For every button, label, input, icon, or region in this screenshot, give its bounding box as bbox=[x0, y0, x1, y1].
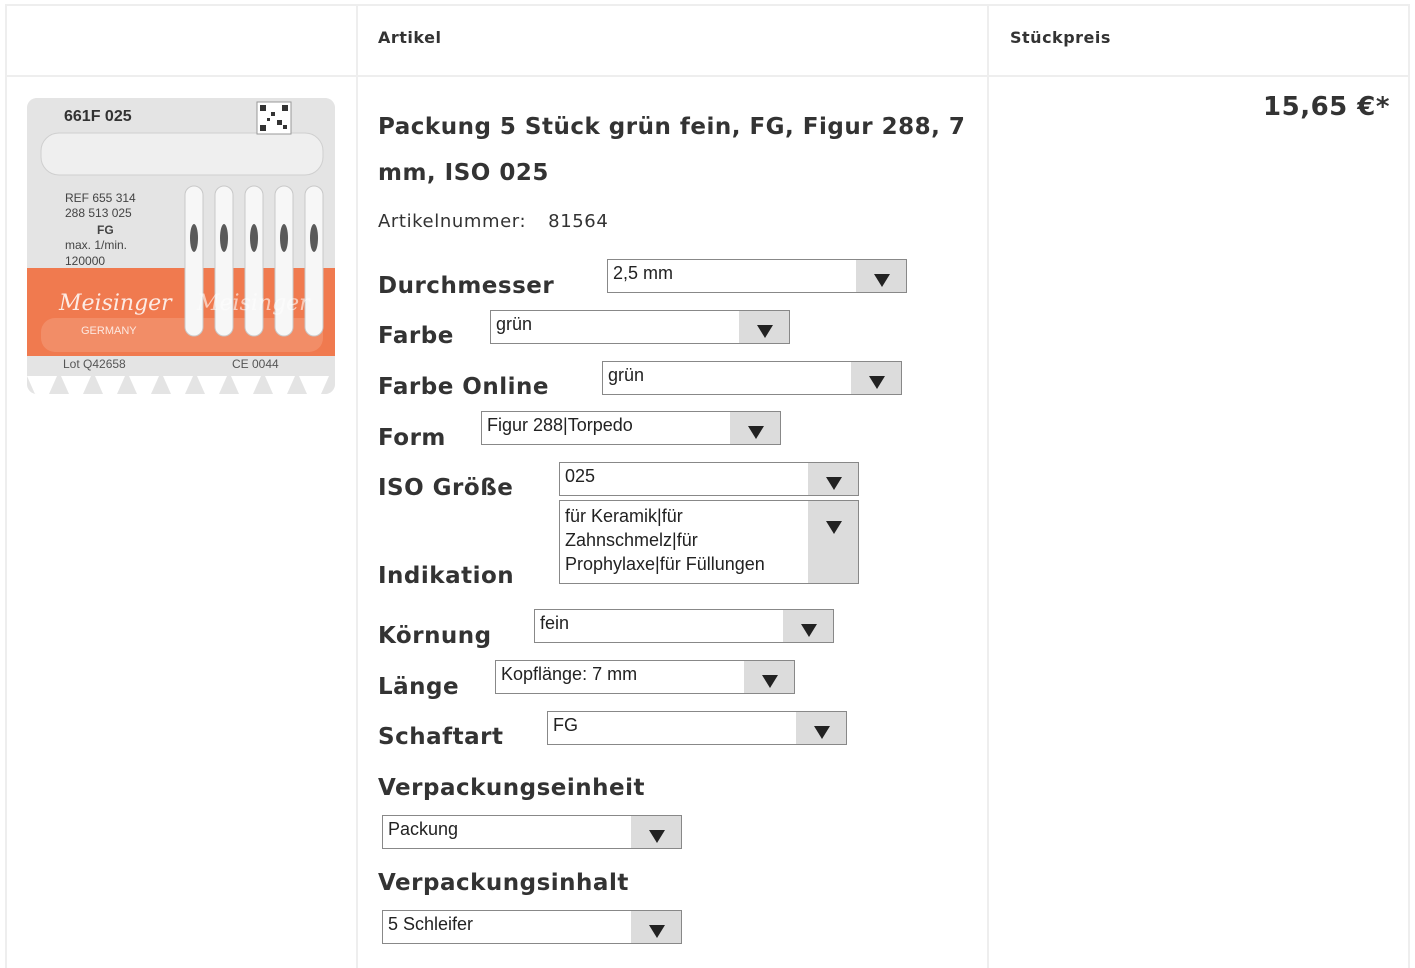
chevron-down-icon[interactable] bbox=[808, 501, 858, 583]
select-iso-groesse[interactable]: 025 bbox=[559, 462, 859, 496]
chevron-down-icon[interactable] bbox=[783, 610, 833, 642]
table-border-left bbox=[5, 4, 7, 968]
option-label-verpackungsinhalt: Verpackungsinhalt bbox=[378, 870, 629, 896]
column-divider-1 bbox=[356, 4, 358, 968]
option-label-koernung: Körnung bbox=[378, 623, 492, 649]
column-header-article: Artikel bbox=[378, 28, 442, 47]
select-laenge-value: Kopflänge: 7 mm bbox=[501, 664, 638, 684]
package-ref-1: REF 655 314 bbox=[65, 191, 136, 205]
package-ref-5: 120000 bbox=[65, 254, 105, 268]
column-header-unit-price: Stückpreis bbox=[1010, 28, 1111, 47]
option-label-form: Form bbox=[378, 425, 446, 451]
chevron-down-icon[interactable] bbox=[808, 463, 858, 495]
select-verpackungsinhalt[interactable]: 5 Schleifer bbox=[382, 910, 682, 944]
chevron-down-icon[interactable] bbox=[631, 911, 681, 943]
select-koernung-value: fein bbox=[540, 613, 570, 633]
option-label-schaftart: Schaftart bbox=[378, 724, 504, 750]
chevron-down-icon[interactable] bbox=[631, 816, 681, 848]
option-label-indikation: Indikation bbox=[378, 563, 515, 589]
select-verpackungseinheit[interactable]: Packung bbox=[382, 815, 682, 849]
package-ref-2: 288 513 025 bbox=[65, 206, 132, 220]
unit-price: 15,65 €* bbox=[1263, 92, 1390, 122]
chevron-down-icon[interactable] bbox=[730, 412, 780, 444]
option-label-farbe: Farbe bbox=[378, 323, 454, 349]
select-form[interactable]: Figur 288|Torpedo bbox=[481, 411, 781, 445]
chevron-down-icon[interactable] bbox=[796, 712, 846, 744]
chevron-down-icon[interactable] bbox=[856, 260, 906, 292]
select-farbe-online[interactable]: grün bbox=[602, 361, 902, 395]
package-country: GERMANY bbox=[81, 325, 137, 337]
chevron-down-icon[interactable] bbox=[851, 362, 901, 394]
select-verpackungseinheit-value: Packung bbox=[388, 819, 459, 839]
select-durchmesser-value: 2,5 mm bbox=[613, 263, 674, 283]
product-image[interactable]: 661F 025 REF 655 314 288 513 025 FG max.… bbox=[27, 98, 335, 394]
article-number-row: Artikelnummer: 81564 bbox=[378, 211, 608, 232]
header-divider bbox=[5, 75, 1410, 77]
select-farbe-value: grün bbox=[496, 314, 533, 334]
select-farbe[interactable]: grün bbox=[490, 310, 790, 344]
option-label-verpackungseinheit: Verpackungseinheit bbox=[378, 775, 646, 801]
option-label-durchmesser: Durchmesser bbox=[378, 273, 555, 299]
package-ce: CE 0044 bbox=[232, 357, 279, 371]
select-verpackungsinhalt-value: 5 Schleifer bbox=[388, 914, 474, 934]
package-lot: Lot Q42658 bbox=[63, 357, 126, 371]
chevron-down-icon[interactable] bbox=[744, 661, 794, 693]
column-divider-2 bbox=[987, 4, 989, 968]
package-ref-4: max. 1/min. bbox=[65, 238, 127, 252]
package-code: 661F 025 bbox=[64, 108, 132, 125]
table-border-right bbox=[1408, 4, 1410, 968]
select-schaftart-value: FG bbox=[553, 715, 578, 735]
product-title[interactable]: Packung 5 Stück grün fein, FG, Figur 288… bbox=[378, 104, 978, 196]
package-ref-3: FG bbox=[97, 223, 114, 237]
select-indikation[interactable]: für Keramik|für Zahnschmelz|für Prophyla… bbox=[559, 500, 859, 584]
select-farbe-online-value: grün bbox=[608, 365, 645, 385]
select-indikation-value: für Keramik|für Zahnschmelz|für Prophyla… bbox=[565, 506, 765, 574]
option-label-laenge: Länge bbox=[378, 674, 460, 700]
chevron-down-icon[interactable] bbox=[739, 311, 789, 343]
select-koernung[interactable]: fein bbox=[534, 609, 834, 643]
svg-text:Meisinger: Meisinger bbox=[196, 291, 311, 316]
option-label-farbe-online: Farbe Online bbox=[378, 374, 549, 400]
package-brand: Meisinger bbox=[58, 291, 173, 316]
select-schaftart[interactable]: FG bbox=[547, 711, 847, 745]
packaging-illustration: 661F 025 REF 655 314 288 513 025 FG max.… bbox=[27, 98, 335, 394]
select-laenge[interactable]: Kopflänge: 7 mm bbox=[495, 660, 795, 694]
select-form-value: Figur 288|Torpedo bbox=[487, 415, 633, 435]
article-number-value: 81564 bbox=[548, 211, 609, 232]
table-border-top bbox=[5, 4, 1410, 6]
select-iso-groesse-value: 025 bbox=[565, 466, 596, 486]
select-durchmesser[interactable]: 2,5 mm bbox=[607, 259, 907, 293]
option-label-iso-groesse: ISO Größe bbox=[378, 475, 514, 501]
article-number-label: Artikelnummer: bbox=[378, 211, 527, 232]
